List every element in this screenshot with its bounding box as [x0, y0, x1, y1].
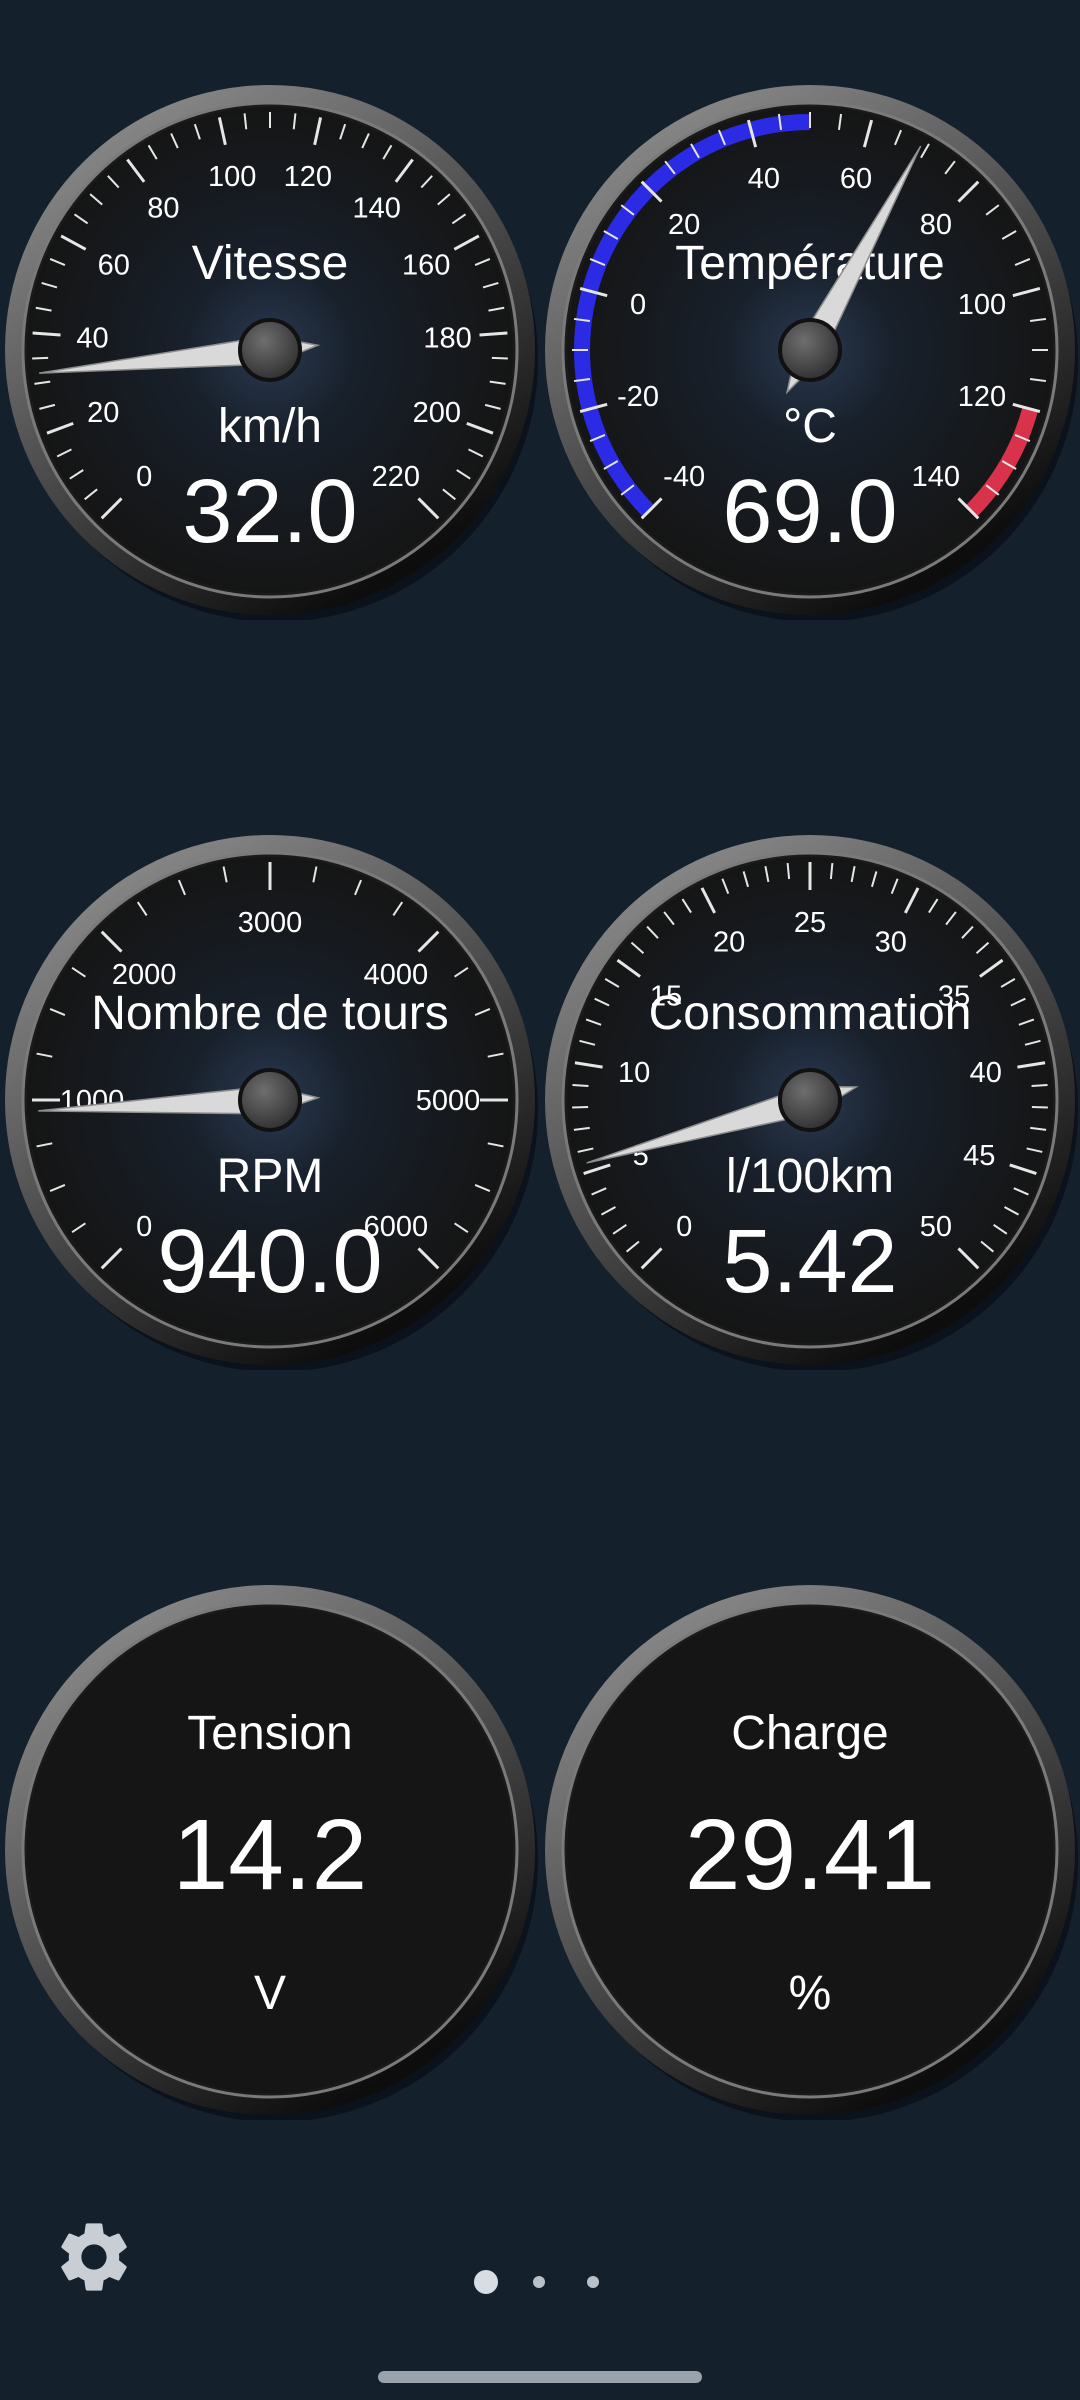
tick-label: 140: [352, 193, 400, 225]
voltage-gauge-unit: V: [254, 1967, 286, 2020]
voltage-gauge-value: 14.2: [173, 1799, 368, 1911]
tick-label: 25: [794, 907, 826, 939]
tick-label: 30: [875, 926, 907, 958]
voltage-gauge-dial: Tension 14.2 V: [5, 1585, 538, 2120]
temperature-gauge-title: Température: [675, 237, 944, 290]
rpm-gauge-title: Nombre de tours: [91, 987, 449, 1040]
minor-tick: [572, 1105, 589, 1109]
speed-gauge-unit: km/h: [218, 400, 322, 453]
tick-label: 20: [713, 926, 745, 958]
minor-tick: [1031, 1105, 1048, 1109]
page-indicator: [0, 2270, 1080, 2294]
consumption-gauge[interactable]: 0 5 10 15 20 25 30 35 40 45 50 Consommation l/100k…: [540, 830, 1080, 1370]
load-gauge-value: 29.41: [685, 1799, 935, 1911]
load-gauge-dial: Charge 29.41 %: [545, 1585, 1078, 2120]
speed-gauge-value: 32.0: [182, 462, 357, 562]
rpm-gauge-dial: 0100020003000400050006000 Nombre de tour…: [5, 835, 538, 1370]
page-dot-3[interactable]: [587, 2276, 599, 2288]
tick-label: 140: [912, 461, 960, 493]
tick-label: 80: [147, 193, 179, 225]
tick-label: 120: [284, 161, 332, 193]
temperature-gauge-unit: °C: [783, 400, 837, 453]
speed-gauge-dial: 0 20 40 60 80 100 120 140160 180 200 220 Vitesse k…: [5, 85, 538, 620]
tick-label: 60: [98, 250, 130, 282]
voltage-gauge[interactable]: Tension 14.2 V: [0, 1580, 540, 2120]
tick-label: 160: [402, 250, 450, 282]
minor-tick: [1031, 1084, 1048, 1088]
tick-label: 0: [136, 1211, 152, 1243]
tick-label: 60: [840, 163, 872, 195]
speed-gauge[interactable]: 0 20 40 60 80 100 120 140 160 180 200 220 Vitesse k…: [0, 80, 540, 620]
tick-label: 100: [958, 289, 1006, 321]
dashboard-screen: 0 20 40 60 80 100 120 140 160 180 200 220 Vitesse k…: [0, 0, 1080, 2400]
load-gauge-unit: %: [789, 1967, 832, 2020]
tick-label: 5000: [416, 1085, 481, 1117]
tick-label: 120: [958, 381, 1006, 413]
consumption-gauge-dial: 05101520253035404550 Consommation l/100k…: [545, 835, 1078, 1370]
tick-label: 3000: [238, 907, 303, 939]
rpm-gauge[interactable]: 0 1000 2000 3000 4000 5000 6000 Nombre de tour…: [0, 830, 540, 1370]
consumption-gauge-value: 5.42: [722, 1212, 897, 1312]
tick-label: 40: [970, 1057, 1002, 1089]
minor-tick: [32, 356, 49, 360]
tick-label: -40: [663, 461, 705, 493]
minor-tick: [572, 1084, 589, 1088]
needle-hub: [778, 318, 842, 382]
load-gauge[interactable]: Charge 29.41 %: [540, 1580, 1080, 2120]
major-tick: [32, 331, 61, 337]
page-dot-1[interactable]: [474, 2270, 498, 2294]
tick-label: 100: [208, 161, 256, 193]
tick-label: 180: [423, 322, 471, 354]
voltage-gauge-title: Tension: [187, 1707, 352, 1760]
temperature-gauge[interactable]: -40 -20 0 20 40 60 80 100 120 140 Température °C …: [540, 80, 1080, 620]
page-dot-2[interactable]: [533, 2276, 545, 2288]
tick-label: 0: [136, 461, 152, 493]
tick-label: 10: [618, 1057, 650, 1089]
speed-gauge-title: Vitesse: [192, 237, 349, 290]
needle-hub: [238, 1068, 302, 1132]
home-gesture-bar[interactable]: [378, 2371, 702, 2383]
rpm-gauge-unit: RPM: [217, 1150, 324, 1203]
major-tick: [479, 331, 508, 337]
tick-label: 200: [413, 397, 461, 429]
tick-label: 40: [76, 322, 108, 354]
consumption-gauge-unit: l/100km: [726, 1150, 894, 1203]
load-gauge-title: Charge: [731, 1707, 888, 1760]
temperature-gauge-value: 69.0: [722, 462, 897, 562]
tick-label: 20: [87, 397, 119, 429]
consumption-gauge-title: Consommation: [649, 987, 972, 1040]
temperature-gauge-dial: -40-2002040 6080100120140 Température °C …: [545, 85, 1078, 620]
tick-label: 0: [630, 289, 646, 321]
minor-tick: [491, 356, 508, 360]
tick-label: 220: [372, 461, 420, 493]
needle-hub: [778, 1068, 842, 1132]
needle-hub: [238, 318, 302, 382]
tick-label: 0: [676, 1211, 692, 1243]
rpm-gauge-value: 940.0: [157, 1212, 382, 1312]
tick-label: 50: [920, 1211, 952, 1243]
tick-label: 45: [963, 1140, 995, 1172]
tick-label: -20: [617, 381, 659, 413]
tick-label: 40: [748, 163, 780, 195]
